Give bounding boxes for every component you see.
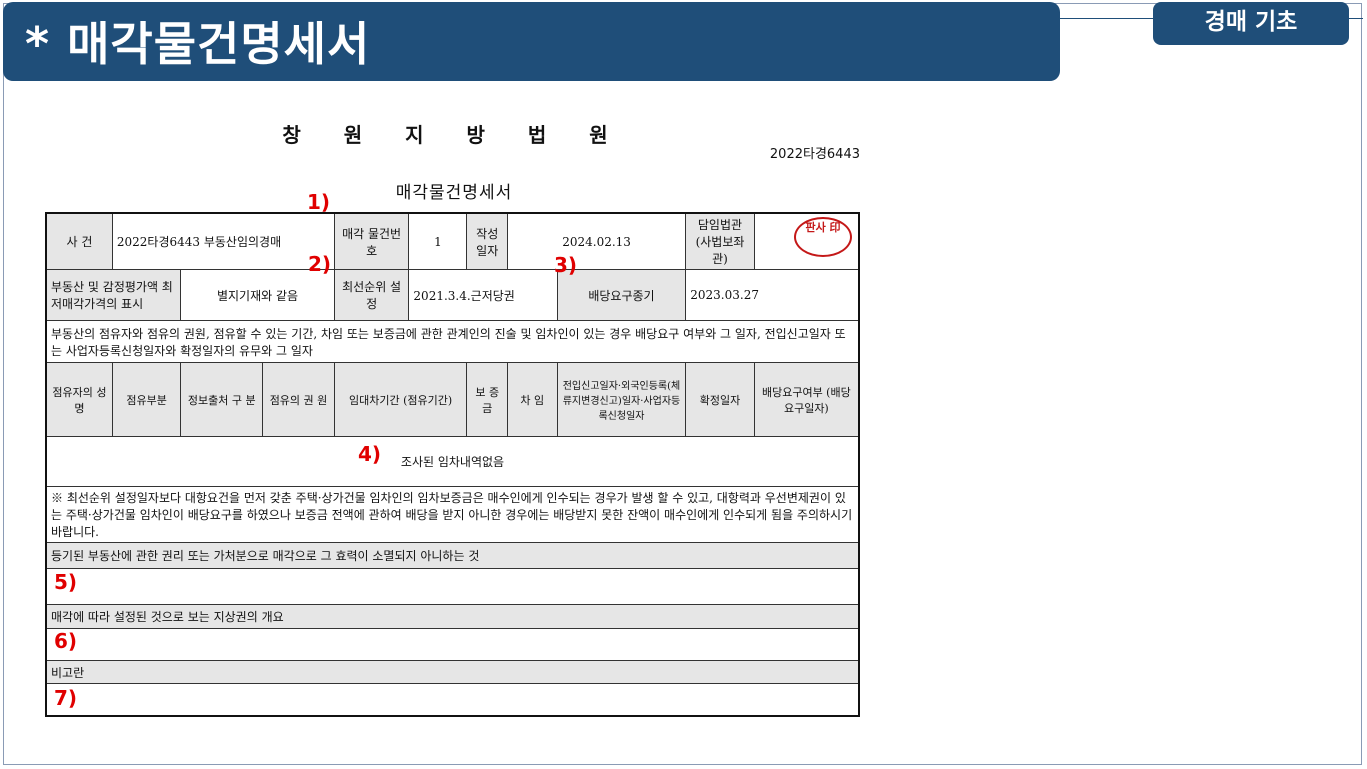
case-value: 2022타경6443 부동산임의경매 [111,212,335,270]
document-image: 창 원 지 방 법 원 2022타경6443 매각물건명세서 사 건 2022타… [32,101,876,721]
item-no-value: 1 [408,212,468,270]
priority-value: 2021.3.4.근저당권 [408,269,558,321]
written-date-value: 2024.02.13 [506,212,687,270]
column-header: 임대차기간 (점유기간) [333,362,468,437]
marker-5: 5) [54,570,78,594]
judge-seal: 판사 印 [794,217,852,257]
written-date-label: 작성 일자 [466,212,508,270]
page-title: * 매각물건명세서 [25,17,371,71]
section-tag: 경매 기초 [1153,2,1349,45]
marker-7: 7) [54,686,78,710]
property-value: 별지기재와 같음 [180,269,335,321]
marker-1: 1) [307,190,331,214]
column-header: 점유자의 성 명 [45,362,113,437]
column-header: 점유의 권 원 [262,362,335,437]
marker-3: 3) [554,253,578,277]
section5-body [45,568,860,605]
marker-6: 6) [54,629,78,653]
property-label: 부동산 및 감정평가액 최저매각가격의 표시 [45,269,182,321]
marker-4: 4) [358,442,382,466]
statement-table: 사 건 2022타경6443 부동산임의경매 매각 물건번호 1 작성 일자 2… [45,212,860,717]
court-name: 창 원 지 방 법 원 [282,123,626,147]
section7-heading: 비고란 [45,660,860,684]
column-header: 전입신고일자·외국인등록(체류지변경신고)일자·사업자등록신청일자 [556,362,687,437]
document-title: 매각물건명세서 [395,183,513,203]
column-header: 정보출처 구 분 [180,362,264,437]
case-label: 사 건 [45,212,113,270]
deadline-value: 2023.03.27 [685,269,860,321]
connector-line-right [1349,18,1363,19]
no-tenant-text: 조사된 임차내역없음 [45,436,860,487]
case-number: 2022타경6443 [769,147,860,162]
occupancy-note: 부동산의 점유자와 점유의 권원, 점유할 수 있는 기간, 차임 또는 보증금… [45,320,860,363]
warning-note: ※ 최선순위 설정일자보다 대항요건을 먼저 갖춘 주택·상가건물 임차인의 임… [45,486,860,543]
priority-label: 최선순위 설정 [333,269,410,321]
section6-heading: 매각에 따라 설정된 것으로 보는 지상권의 개요 [45,604,860,629]
connector-line [1060,18,1154,19]
column-header: 점유부분 [111,362,182,437]
column-header: 배당요구여부 (배당요구일자) [753,362,860,437]
section6-body [45,628,860,661]
column-header: 확정일자 [685,362,755,437]
title-bar: * 매각물건명세서 [3,2,1060,81]
section7-body [45,683,860,716]
column-header: 차 임 [506,362,558,437]
item-no-label: 매각 물건번호 [333,212,410,270]
judge-label: 담임법관 (사법보좌관) [685,212,755,270]
deadline-label: 배당요구종기 [556,269,687,321]
column-header: 보 증 금 [466,362,508,437]
section5-heading: 등기된 부동산에 관한 권리 또는 가처분으로 매각으로 그 효력이 소멸되지 … [45,542,860,569]
marker-2: 2) [308,252,332,276]
